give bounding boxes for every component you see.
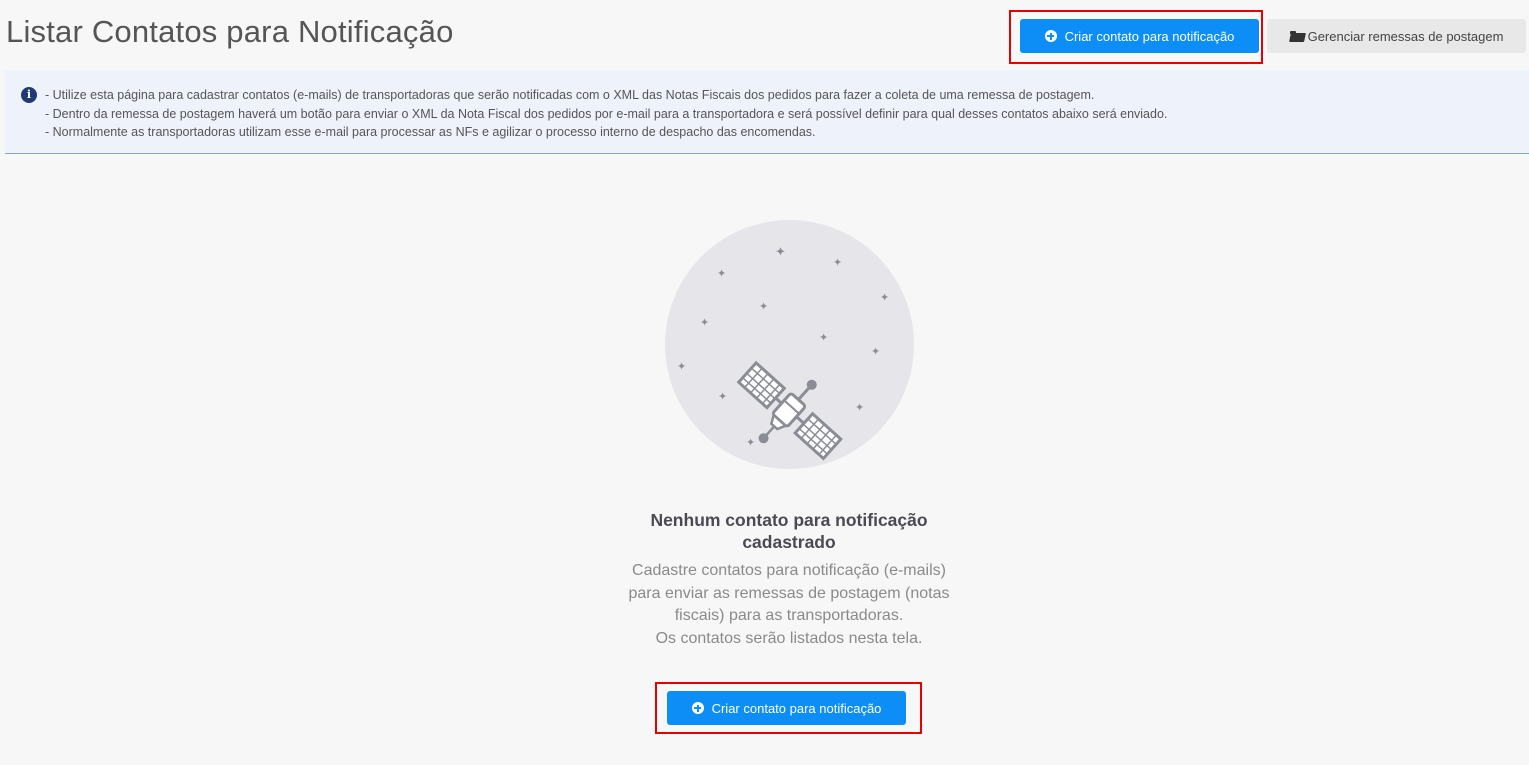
- svg-text:✦: ✦: [700, 316, 709, 329]
- svg-text:✦: ✦: [833, 256, 842, 269]
- svg-text:✦: ✦: [775, 245, 786, 260]
- svg-text:✦: ✦: [855, 401, 864, 414]
- info-alert: i - Utilize esta página para cadastrar c…: [5, 70, 1529, 154]
- svg-text:✦: ✦: [746, 436, 755, 449]
- empty-state-description: Cadastre contatos para notificação (e-ma…: [624, 560, 954, 650]
- info-lines: - Utilize esta página para cadastrar con…: [45, 86, 1167, 142]
- empty-state-title: Nenhum contato para notificação cadastra…: [650, 510, 928, 552]
- svg-text:✦: ✦: [880, 291, 889, 304]
- info-line: - Normalmente as transportadoras utiliza…: [45, 125, 816, 139]
- create-contact-button-bottom[interactable]: Criar contato para notificação: [667, 691, 906, 725]
- svg-text:✦: ✦: [717, 267, 726, 280]
- svg-text:✦: ✦: [759, 300, 768, 313]
- manage-shipments-button[interactable]: Gerenciar remessas de postagem: [1267, 19, 1526, 53]
- satellite-illustration: ✦ ✦ ✦ ✦ ✦ ✦ ✦ ✦ ✦ ✦ ✦ ✦ ✦: [665, 220, 914, 469]
- svg-text:✦: ✦: [871, 345, 880, 358]
- plus-circle-icon: [1044, 30, 1057, 42]
- info-circle-icon: i: [21, 87, 37, 103]
- svg-text:✦: ✦: [677, 360, 686, 373]
- svg-text:✦: ✦: [718, 390, 727, 403]
- create-contact-button-label: Criar contato para notificação: [711, 700, 882, 716]
- plus-circle-icon: [691, 702, 704, 714]
- info-line: - Dentro da remessa de postagem haverá u…: [45, 106, 1168, 121]
- page: Listar Contatos para Notificação Criar c…: [0, 0, 1529, 765]
- svg-text:✦: ✦: [819, 331, 828, 344]
- create-contact-button-top[interactable]: Criar contato para notificação: [1020, 19, 1259, 53]
- manage-shipments-button-label: Gerenciar remessas de postagem: [1307, 28, 1504, 44]
- info-line: - Utilize esta página para cadastrar con…: [45, 88, 1095, 102]
- create-contact-button-label: Criar contato para notificação: [1064, 28, 1235, 44]
- folder-open-icon: [1289, 30, 1305, 42]
- empty-state-description-line: Cadastre contatos para notificação (e-ma…: [628, 562, 950, 624]
- empty-state-description-line: Os contatos serão listados nesta tela.: [655, 629, 923, 647]
- page-title: Listar Contatos para Notificação: [6, 14, 454, 49]
